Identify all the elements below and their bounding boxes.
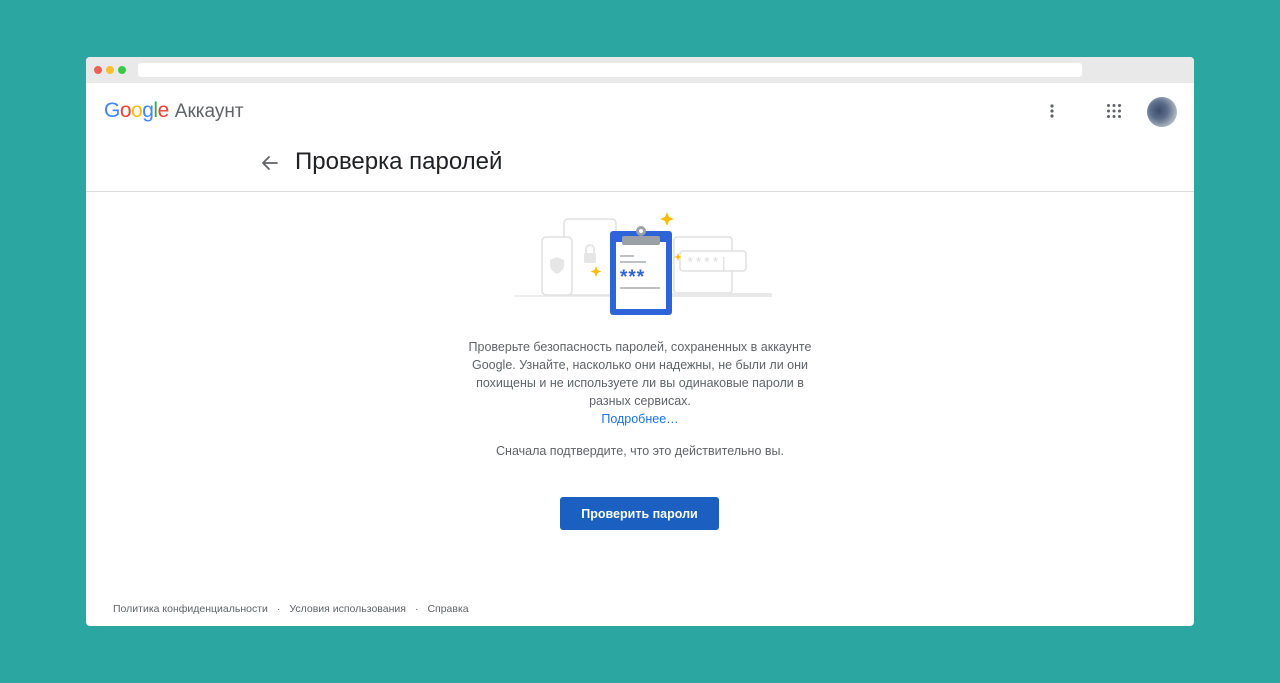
browser-chrome xyxy=(86,57,1194,83)
page-header: Проверка паролей xyxy=(86,137,1194,192)
browser-window: Google Аккаунт Проверка паролей ****| **… xyxy=(86,57,1194,626)
confirm-identity-text: Сначала подтвердите, что это действитель… xyxy=(496,444,784,458)
privacy-policy-link[interactable]: Политика конфиденциальности xyxy=(113,603,268,615)
google-logo: Google xyxy=(104,99,169,122)
description-text: Проверьте безопасность паролей, сохранен… xyxy=(468,340,812,408)
footer: Политика конфиденциальности · Условия ис… xyxy=(113,603,469,615)
masked-password-text: *** xyxy=(620,267,645,288)
check-passwords-button[interactable]: Проверить пароли xyxy=(560,497,719,530)
address-bar[interactable] xyxy=(138,63,1082,77)
page-title: Проверка паролей xyxy=(295,148,503,175)
password-checkup-illustration: ****| *** xyxy=(514,209,774,324)
description: Проверьте безопасность паролей, сохранен… xyxy=(458,338,822,428)
product-name: Аккаунт xyxy=(174,101,244,122)
footer-separator: · xyxy=(276,603,281,615)
maximize-window-button[interactable] xyxy=(118,66,126,74)
masked-field-text: ****| xyxy=(686,256,728,272)
learn-more-link[interactable]: Подробнее… xyxy=(601,412,678,426)
arrow-back-icon[interactable] xyxy=(258,151,282,175)
avatar[interactable] xyxy=(1147,97,1177,127)
close-window-button[interactable] xyxy=(94,66,102,74)
apps-grid-icon[interactable] xyxy=(1106,103,1122,119)
app-header: Google Аккаунт xyxy=(86,83,1194,137)
google-account-logo[interactable]: Google Аккаунт xyxy=(104,99,244,123)
minimize-window-button[interactable] xyxy=(106,66,114,74)
help-link[interactable]: Справка xyxy=(427,603,468,615)
footer-separator: · xyxy=(414,603,419,615)
more-vert-icon[interactable] xyxy=(1044,103,1060,119)
terms-link[interactable]: Условия использования xyxy=(289,603,406,615)
